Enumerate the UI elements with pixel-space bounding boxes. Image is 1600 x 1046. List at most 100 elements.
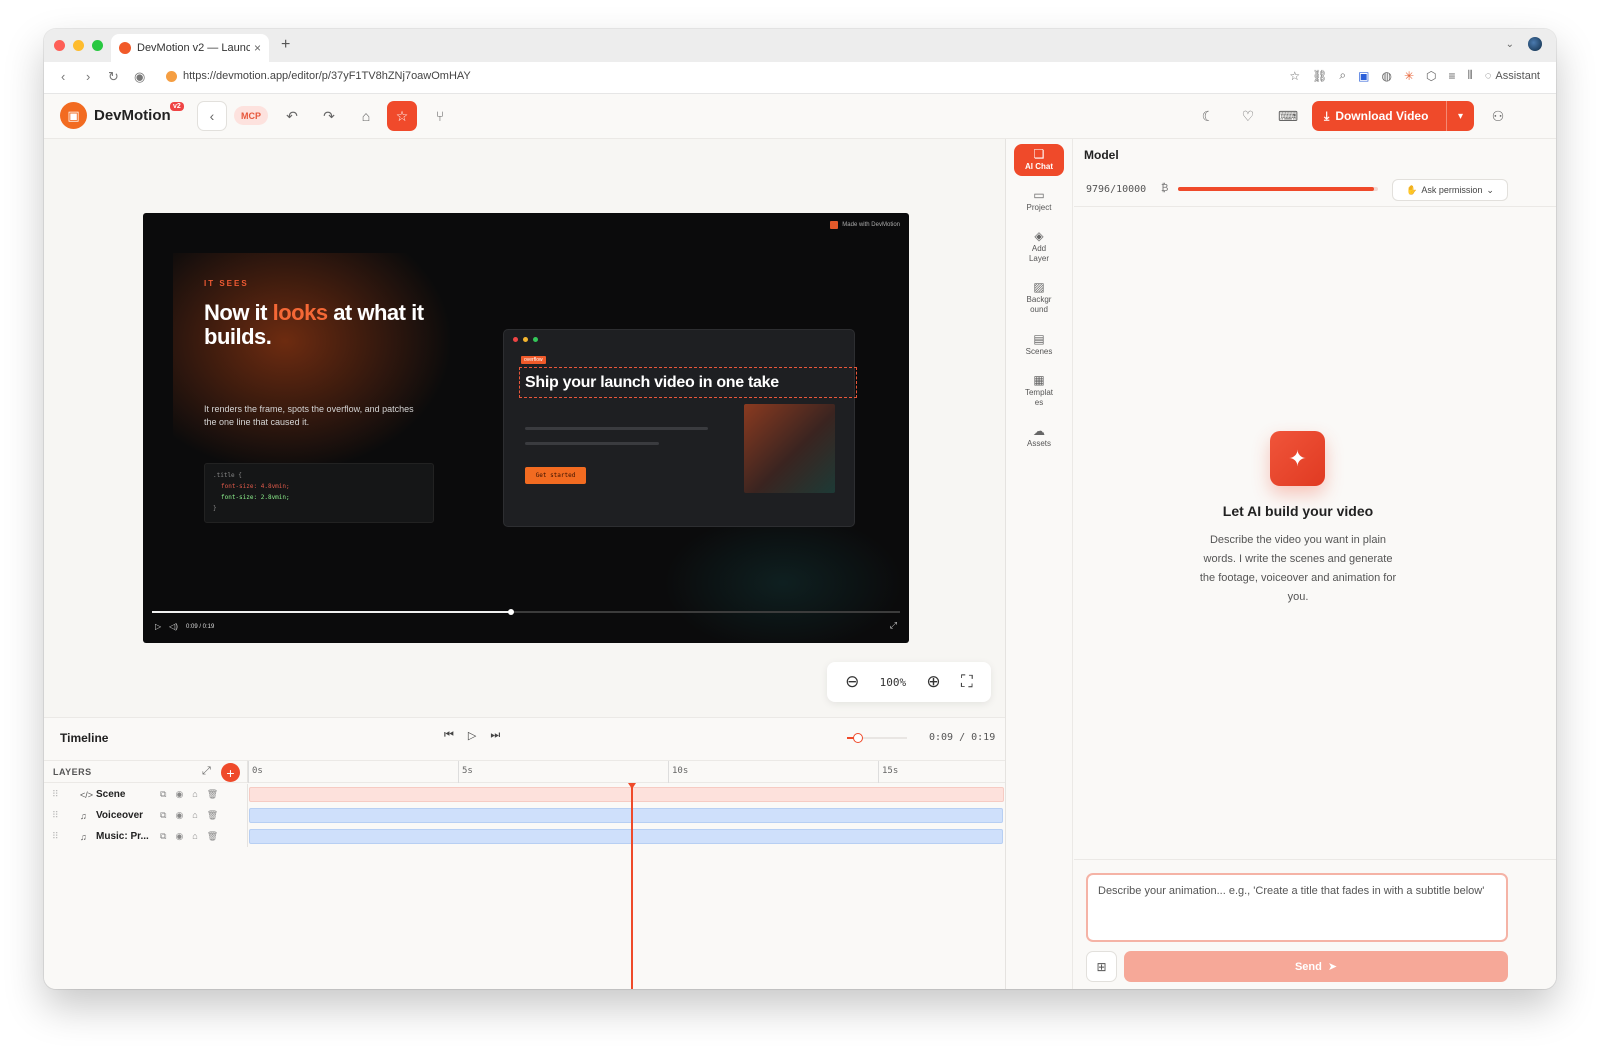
rail-item-templates[interactable]: ▦ Templat es xyxy=(1014,374,1064,408)
undo-button[interactable]: ↶ xyxy=(277,101,307,131)
mcp-badge[interactable]: MCP xyxy=(234,106,268,125)
menu-icon[interactable]: ≡ xyxy=(1449,69,1456,83)
playhead-handle[interactable] xyxy=(628,783,636,789)
forward-icon[interactable]: › xyxy=(86,69,90,84)
back-button[interactable]: ‹ xyxy=(197,101,227,131)
reload-icon[interactable]: ↻ xyxy=(108,69,119,85)
zoom-in-icon[interactable]: ⊕ xyxy=(926,672,940,692)
extension-badge-icon[interactable]: ▣ xyxy=(1358,69,1369,83)
layer-row-music[interactable]: ⠿ ♫ Music: Pr... ⧉ ◉ ⌂ 🗑 xyxy=(44,826,248,847)
prompt-input[interactable]: Describe your animation... e.g., 'Create… xyxy=(1086,873,1508,942)
duplicate-icon[interactable]: ⧉ xyxy=(160,810,166,821)
volume-icon[interactable]: ◁) xyxy=(169,622,178,631)
rail-item-scenes[interactable]: ▤ Scenes xyxy=(1014,333,1064,357)
lock-icon[interactable]: ⌂ xyxy=(192,831,197,842)
drag-handle-icon[interactable]: ⠿ xyxy=(44,810,64,821)
minimize-window-button[interactable] xyxy=(73,40,84,51)
account-button[interactable]: ⚇ xyxy=(1483,101,1513,131)
close-window-button[interactable] xyxy=(54,40,65,51)
url-field[interactable]: https://devmotion.app/editor/p/37yF1TV8h… xyxy=(166,70,471,82)
rail-item-label: Templat es xyxy=(1024,388,1053,407)
sparkle-icon[interactable]: ✳ xyxy=(1404,69,1414,83)
new-tab-button[interactable]: + xyxy=(281,36,290,54)
rail-item-background[interactable]: ▨ Backgr ound xyxy=(1014,281,1064,315)
download-video-button[interactable]: ⤓ Download Video ▾ xyxy=(1312,101,1474,131)
lock-icon[interactable]: ⌂ xyxy=(192,789,197,800)
delete-icon[interactable]: 🗑 xyxy=(207,831,218,842)
visibility-icon[interactable]: ◉ xyxy=(175,810,183,821)
mockup-traffic-lights xyxy=(513,337,538,342)
add-layer-button[interactable]: + xyxy=(221,763,240,782)
video-progress-bar[interactable] xyxy=(152,609,900,615)
fit-screen-icon[interactable]: ⛶ xyxy=(961,672,973,692)
volume-slider[interactable] xyxy=(847,733,907,743)
duplicate-icon[interactable]: ⧉ xyxy=(160,789,166,800)
lock-icon[interactable]: ⌂ xyxy=(192,810,197,821)
code-line: .title { xyxy=(213,472,242,479)
assistant-button[interactable]: ◌ Assistant xyxy=(1485,70,1540,82)
send-button[interactable]: Send ➤ xyxy=(1124,951,1508,982)
attach-image-button[interactable]: ⊞ xyxy=(1086,951,1117,982)
rail-item-assets[interactable]: ☁ Assets xyxy=(1014,425,1064,449)
play-icon[interactable]: ▷ xyxy=(468,729,476,742)
composer-divider xyxy=(1074,859,1556,860)
bookmark-icon[interactable]: ☆ xyxy=(1289,69,1300,83)
browser-tab[interactable]: DevMotion v2 — Launch × xyxy=(111,34,269,62)
delete-icon[interactable]: 🗑 xyxy=(207,789,218,800)
preview-canvas: Made with DevMotion IT SEES Now it looks… xyxy=(44,139,1005,717)
globe-icon[interactable]: ◍ xyxy=(1381,69,1391,83)
delete-icon[interactable]: 🗑 xyxy=(207,810,218,821)
visibility-icon[interactable]: ◉ xyxy=(175,789,183,800)
visibility-icon[interactable]: ◉ xyxy=(175,831,183,842)
time-ruler[interactable]: 0s 5s 10s 15s xyxy=(248,760,1005,783)
skip-back-icon[interactable]: ⏮ xyxy=(444,729,454,742)
voiceover-track[interactable] xyxy=(249,808,1003,823)
fullscreen-icon[interactable]: ⤢ xyxy=(890,620,897,631)
keyboard-button[interactable]: ⌨ xyxy=(1273,101,1303,131)
playhead[interactable] xyxy=(631,783,633,989)
microphone-icon[interactable]: ◉ xyxy=(134,69,145,85)
video-progress-knob[interactable] xyxy=(508,609,515,615)
dark-mode-button[interactable]: ☾ xyxy=(1193,101,1223,131)
maximize-window-button[interactable] xyxy=(92,40,103,51)
rail-item-ai-chat[interactable]: ❏ AI Chat xyxy=(1014,144,1064,176)
tab-list-icon[interactable]: ⌄ xyxy=(1506,39,1514,50)
volume-knob[interactable] xyxy=(853,733,863,743)
expand-icon[interactable]: ⤢ xyxy=(202,765,211,778)
version-badge: v2 xyxy=(170,102,184,111)
lock-button[interactable]: ⌂ xyxy=(351,101,381,131)
rail-item-project[interactable]: ▭ Project xyxy=(1014,188,1064,213)
video-preview[interactable]: Made with DevMotion IT SEES Now it looks… xyxy=(143,213,909,643)
link-icon[interactable]: ⛓ xyxy=(1312,69,1327,83)
timeline-time: 0:09 / 0:19 xyxy=(929,732,996,743)
branch-button[interactable]: ⑂ xyxy=(425,101,455,131)
back-icon[interactable]: ‹ xyxy=(61,69,65,84)
zoom-out-icon[interactable]: ⊖ xyxy=(845,672,859,692)
empty-state-title: Let AI build your video xyxy=(1222,503,1374,519)
download-options-chevron-icon[interactable]: ▾ xyxy=(1446,101,1474,131)
assistant-icon: ◌ xyxy=(1484,69,1492,82)
skip-forward-icon[interactable]: ⏭ xyxy=(490,729,500,742)
duplicate-icon[interactable]: ⧉ xyxy=(160,831,166,842)
drag-handle-icon[interactable]: ⠿ xyxy=(44,789,64,800)
music-track[interactable] xyxy=(249,829,1003,844)
placeholder-line xyxy=(525,442,659,445)
profile-icon[interactable] xyxy=(1528,37,1542,51)
rail-item-label: Assets xyxy=(1026,439,1051,448)
search-page-icon[interactable]: ⌕ xyxy=(1339,68,1346,83)
scene-track[interactable] xyxy=(249,787,1004,802)
layer-row-scene[interactable]: ⠿ </> Scene ⧉ ◉ ⌂ 🗑 xyxy=(44,784,248,805)
redo-button[interactable]: ↷ xyxy=(314,101,344,131)
favorite-button[interactable]: ☆ xyxy=(387,101,417,131)
close-tab-icon[interactable]: × xyxy=(254,41,261,55)
rail-item-add-layer[interactable]: ◈ Add Layer xyxy=(1014,230,1064,264)
project-icon: ▭ xyxy=(1033,188,1045,202)
drag-handle-icon[interactable]: ⠿ xyxy=(44,831,64,842)
permission-dropdown[interactable]: ✋ Ask permission ⌄ xyxy=(1392,179,1508,201)
puzzle-icon[interactable]: ⬡ xyxy=(1426,69,1436,83)
play-icon[interactable]: ▷ xyxy=(155,622,161,631)
image-plus-icon: ⊞ xyxy=(1096,959,1107,974)
audio-icon[interactable]: ⦀ xyxy=(1468,68,1473,83)
like-button[interactable]: ♡ xyxy=(1233,101,1263,131)
layer-row-voiceover[interactable]: ⠿ ♫ Voiceover ⧉ ◉ ⌂ 🗑 xyxy=(44,805,248,826)
